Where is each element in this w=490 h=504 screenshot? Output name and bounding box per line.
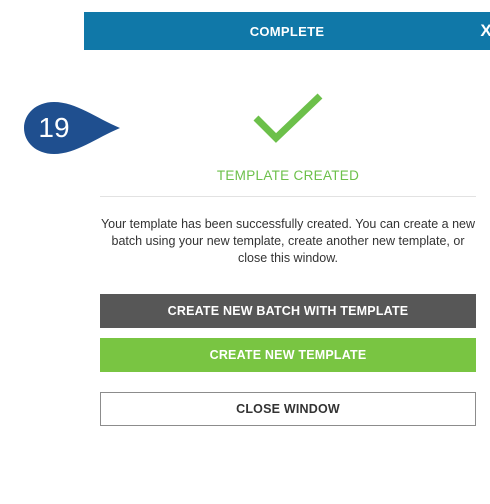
checkmark-icon <box>250 90 326 151</box>
close-icon[interactable]: X <box>480 12 490 50</box>
create-template-button[interactable]: CREATE NEW TEMPLATE <box>100 338 476 372</box>
create-batch-button[interactable]: CREATE NEW BATCH WITH TEMPLATE <box>100 294 476 328</box>
step-number: 19 <box>38 112 70 143</box>
status-title: TEMPLATE CREATED <box>216 168 360 183</box>
close-window-button[interactable]: CLOSE WINDOW <box>100 392 476 426</box>
dialog-title: COMPLETE <box>249 23 325 39</box>
step-number-badge: 19 <box>16 98 126 158</box>
success-message: Your template has been successfully crea… <box>100 217 476 265</box>
divider <box>100 196 476 197</box>
dialog-header: COMPLETE X <box>84 12 490 50</box>
